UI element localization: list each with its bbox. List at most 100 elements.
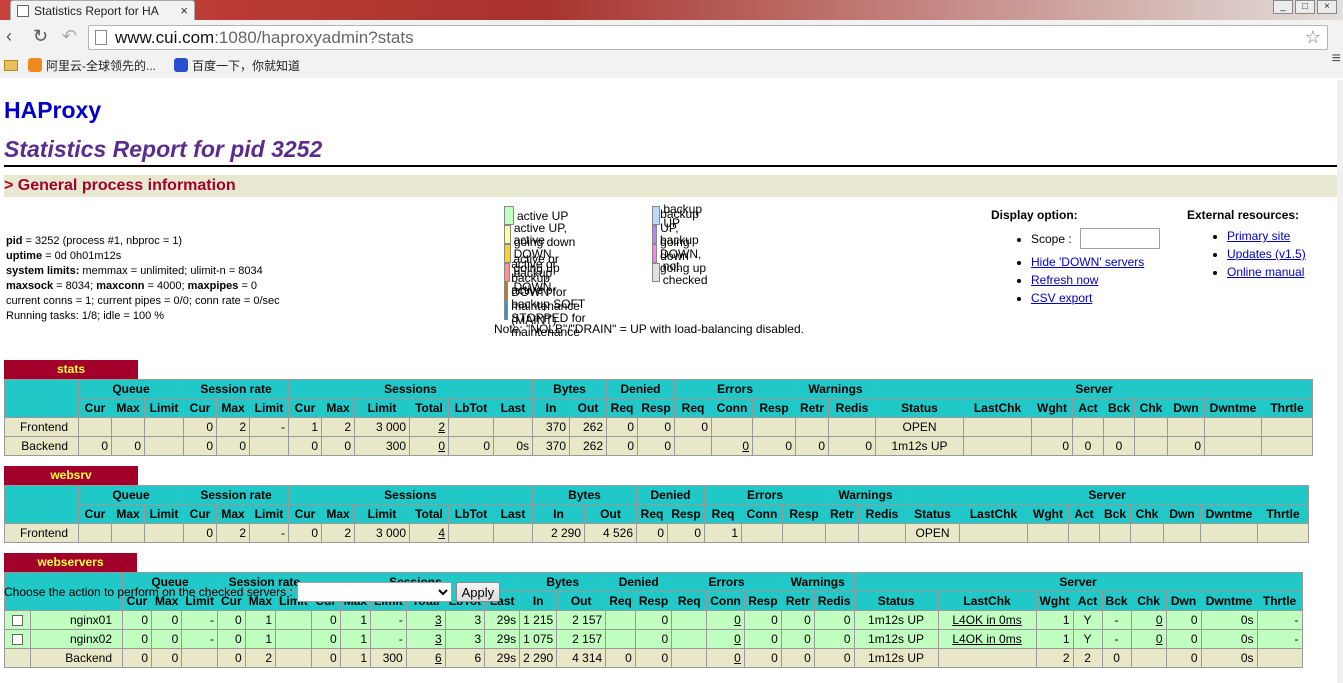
column-header: Resp: [782, 504, 826, 524]
column-header: Thrtle: [1257, 504, 1309, 524]
cell-lastchk: L4OK in 0ms: [937, 610, 1037, 630]
cell-resp: 0: [667, 523, 705, 543]
csv-export-link[interactable]: CSV export: [1031, 291, 1092, 305]
pid-value: = 3252 (process #1, nbproc = 1): [22, 235, 183, 247]
cell-bck: [1103, 417, 1135, 437]
bookmark-aliyun[interactable]: 阿里云-全球领先的...: [28, 57, 156, 74]
cell-status: OPEN: [875, 417, 964, 437]
column-header: Limit: [354, 398, 410, 418]
cell-limit: -: [181, 629, 219, 649]
cell-cur: 0: [78, 436, 112, 456]
legend-swatch: [504, 205, 514, 225]
bookmark-baidu[interactable]: 百度一下，你就知道: [174, 57, 300, 74]
legend-swatch: [652, 224, 658, 244]
column-header: Chk: [1134, 398, 1168, 418]
group-header: Queue: [78, 379, 184, 399]
cell-resp: 0: [743, 648, 782, 668]
group-header: Session rate: [183, 379, 289, 399]
table-row: Frontend 0 2-0 2 3 000 4 2 290 4 526 0 0 1 OPEN: [4, 523, 1309, 543]
primary-site-link[interactable]: Primary site: [1227, 229, 1290, 243]
updates-link[interactable]: Updates (v1.5): [1227, 247, 1306, 261]
action-select[interactable]: [296, 582, 452, 602]
cell-max: 2: [321, 523, 355, 543]
maximize-icon[interactable]: □: [1295, 0, 1315, 14]
page-icon: [95, 30, 107, 45]
folder-icon[interactable]: [4, 59, 18, 71]
cell-max: 2: [244, 648, 277, 668]
cell-req: 1: [704, 523, 742, 543]
cell-lbtot: 3: [444, 629, 486, 649]
cell-max: 2: [216, 523, 250, 543]
refresh-link[interactable]: Refresh now: [1031, 273, 1098, 287]
cell-cur: 0: [183, 523, 217, 543]
column-header: Conn: [711, 398, 753, 418]
column-header: Conn: [741, 504, 783, 524]
table-row: nginx02 0 0-0 1 0 1-3 3 29s 1 075 2 157 0 0 0 0 0 1m12s…: [4, 629, 1303, 649]
apply-button[interactable]: Apply: [455, 582, 500, 602]
group-header: Session rate: [183, 485, 289, 505]
external-resources: External resources: Primary site Updates…: [1187, 208, 1306, 281]
close-icon[interactable]: ×: [180, 3, 188, 18]
cell-out: 262: [569, 417, 607, 437]
column-header: Req: [636, 504, 668, 524]
proxy-title[interactable]: websrv: [4, 466, 138, 485]
row-name[interactable]: Backend: [4, 436, 79, 456]
cell-act: Y: [1072, 610, 1103, 630]
column-header: Retr: [795, 398, 829, 418]
group-header: Denied: [636, 485, 705, 505]
browser-tab[interactable]: Statistics Report for HA ×: [10, 0, 195, 20]
cell-conn: [741, 523, 783, 543]
cell-cur: 0: [122, 629, 152, 649]
cell-cur: 0: [288, 436, 322, 456]
row-name[interactable]: Backend: [30, 648, 123, 668]
cell-max: 1: [244, 629, 277, 649]
cell-lastchk: [937, 648, 1037, 668]
legend-item: active or backup SOFT STOPPED for mainte…: [504, 283, 586, 339]
scrollbar[interactable]: [1337, 80, 1343, 683]
group-header: Warnings: [780, 572, 855, 592]
address-bar[interactable]: www.cui.com :1080/haproxyadmin?stats ☆: [88, 25, 1328, 50]
star-icon[interactable]: ☆: [1305, 27, 1321, 48]
back-icon[interactable]: ‹: [6, 26, 12, 46]
cell-last: 29s: [484, 610, 521, 630]
cell-max: 1: [339, 610, 372, 630]
row-name[interactable]: Frontend: [4, 417, 79, 437]
undo-icon[interactable]: ↶: [62, 26, 77, 46]
cell-thrtle: -: [1256, 610, 1303, 630]
cell-retr: [795, 417, 829, 437]
cell-max: 1: [339, 629, 372, 649]
row-name[interactable]: nginx01: [30, 610, 123, 630]
cell-lbtot: [448, 523, 494, 543]
cell-cur: [78, 417, 112, 437]
column-header: Req: [606, 398, 638, 418]
column-header: Limit: [249, 504, 289, 524]
window-close-icon[interactable]: ×: [1317, 0, 1337, 14]
cell-out: 4 526: [584, 523, 637, 543]
minimize-icon[interactable]: _: [1273, 0, 1293, 14]
nav-bar: ‹ ↻ ↶ www.cui.com :1080/haproxyadmin?sta…: [0, 22, 1343, 67]
page-subtitle: Statistics Report for pid 3252: [4, 135, 1337, 167]
cell-max: 0: [111, 436, 145, 456]
cell-out: 2 157: [556, 610, 607, 630]
cell-total: 2: [409, 417, 449, 437]
cell-dwntme: 0s: [1200, 610, 1258, 630]
hide-down-link[interactable]: Hide 'DOWN' servers: [1031, 255, 1144, 269]
legend-left: active UP active UP, going down active DOW…: [504, 205, 586, 339]
server-checkbox[interactable]: [12, 634, 23, 646]
column-header: Retr: [825, 504, 859, 524]
reload-icon[interactable]: ↻: [33, 26, 48, 46]
bookmarks-bar: 阿里云-全球领先的... 百度一下，你就知道: [0, 54, 1343, 76]
column-header: Chk: [1130, 591, 1167, 611]
row-name[interactable]: nginx02: [30, 629, 123, 649]
row-name[interactable]: Frontend: [4, 523, 79, 543]
server-checkbox[interactable]: [12, 615, 23, 627]
online-manual-link[interactable]: Online manual: [1227, 265, 1304, 279]
scope-input[interactable]: [1079, 228, 1160, 249]
cell-dwntme: [1204, 436, 1262, 456]
column-header: Resp: [637, 398, 675, 418]
cell-dwn: [1167, 417, 1205, 437]
proxy-title[interactable]: webservers: [4, 553, 137, 572]
cell-retr: [825, 523, 859, 543]
proxy-title[interactable]: stats: [4, 360, 138, 379]
cell-req: 0: [605, 648, 636, 668]
